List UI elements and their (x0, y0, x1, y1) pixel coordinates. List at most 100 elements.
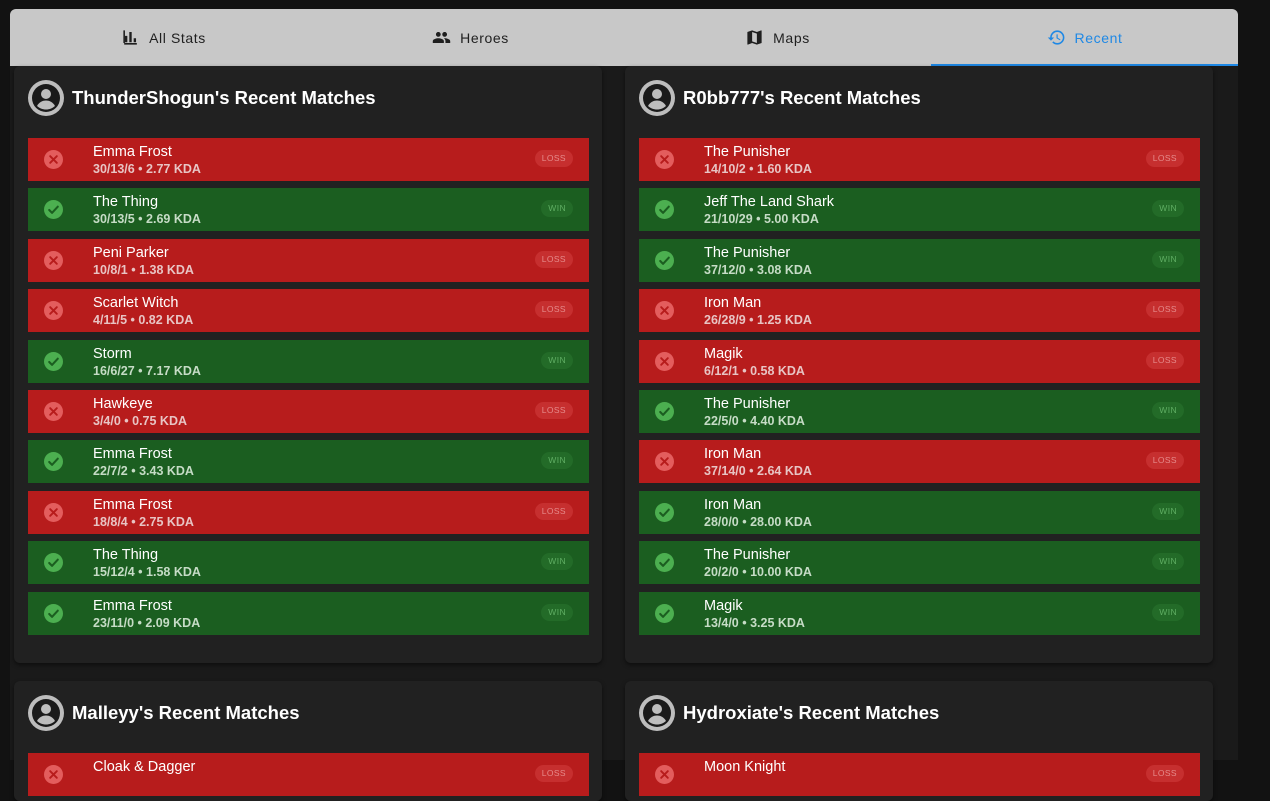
match-row[interactable]: Moon Knight LOSS (639, 753, 1200, 796)
map-icon (747, 30, 762, 45)
result-badge: WIN (1152, 251, 1184, 268)
check-circle-icon (655, 200, 674, 219)
check-circle-icon (655, 402, 674, 421)
match-row[interactable]: Magik 13/4/0 • 3.25 KDA WIN (639, 592, 1200, 635)
history-icon (1047, 30, 1064, 45)
check-circle-icon (655, 604, 674, 623)
result-badge: LOSS (1145, 352, 1184, 369)
result-badge: LOSS (1145, 301, 1184, 318)
hero-name: Scarlet Witch (93, 295, 179, 311)
result-badge: WIN (1152, 402, 1184, 419)
hero-name: The Punisher (704, 547, 791, 563)
match-text: Peni Parker 10/8/1 • 1.38 KDA (93, 245, 194, 279)
match-stats: 30/13/5 • 2.69 KDA (93, 212, 201, 226)
match-row[interactable]: Cloak & Dagger LOSS (28, 753, 589, 796)
check-circle-icon (44, 553, 63, 572)
match-text: Scarlet Witch 4/11/5 • 0.82 KDA (93, 295, 193, 329)
match-row[interactable]: The Thing 30/13/5 • 2.69 KDA WIN (28, 188, 589, 231)
tab-recent[interactable]: Recent (931, 9, 1238, 66)
match-row[interactable]: The Punisher 20/2/0 • 10.00 KDA WIN (639, 541, 1200, 584)
match-row[interactable]: Iron Man 37/14/0 • 2.64 KDA LOSS (639, 440, 1200, 483)
match-stats: 10/8/1 • 1.38 KDA (93, 263, 194, 277)
hero-name: Iron Man (704, 446, 762, 462)
hero-name: Emma Frost (93, 144, 172, 160)
tab-label: Heroes (460, 29, 509, 46)
match-row[interactable]: Iron Man 28/0/0 • 28.00 KDA WIN (639, 491, 1200, 534)
result-badge: LOSS (534, 150, 573, 167)
match-text: Moon Knight (704, 759, 785, 776)
match-stats: 18/8/4 • 2.75 KDA (93, 515, 194, 529)
cancel-circle-icon (44, 150, 63, 169)
match-text: Cloak & Dagger (93, 759, 195, 776)
check-circle-icon (44, 352, 63, 371)
tab-all-stats[interactable]: All Stats (10, 9, 317, 66)
match-text: Magik 6/12/1 • 0.58 KDA (704, 346, 805, 380)
tab-heroes[interactable]: Heroes (317, 9, 624, 66)
match-row[interactable]: Jeff The Land Shark 21/10/29 • 5.00 KDA WI… (639, 188, 1200, 231)
result-badge: LOSS (534, 251, 573, 268)
hero-name: Storm (93, 346, 132, 362)
match-stats: 21/10/29 • 5.00 KDA (704, 212, 819, 226)
match-row[interactable]: The Punisher 14/10/2 • 1.60 KDA LOSS (639, 138, 1200, 181)
hero-name: Iron Man (704, 295, 762, 311)
result-badge: LOSS (1145, 765, 1184, 782)
cancel-circle-icon (44, 503, 63, 522)
cancel-circle-icon (44, 402, 63, 421)
match-row[interactable]: Iron Man 26/28/9 • 1.25 KDA LOSS (639, 289, 1200, 332)
match-row[interactable]: Peni Parker 10/8/1 • 1.38 KDA LOSS (28, 239, 589, 282)
match-text: Iron Man 26/28/9 • 1.25 KDA (704, 295, 812, 329)
cancel-circle-icon (44, 251, 63, 270)
bar-chart-icon (123, 30, 137, 45)
match-stats: 26/28/9 • 1.25 KDA (704, 313, 812, 327)
match-text: Hawkeye 3/4/0 • 0.75 KDA (93, 396, 187, 430)
match-text: The Punisher 14/10/2 • 1.60 KDA (704, 144, 812, 178)
avatar-icon (639, 80, 675, 116)
match-text: Emma Frost 30/13/6 • 2.77 KDA (93, 144, 201, 178)
match-text: The Thing 30/13/5 • 2.69 KDA (93, 194, 201, 228)
result-badge: WIN (1152, 553, 1184, 570)
match-stats: 13/4/0 • 3.25 KDA (704, 616, 805, 630)
result-badge: WIN (541, 200, 573, 217)
result-badge: WIN (1152, 200, 1184, 217)
hero-name: The Punisher (704, 245, 791, 261)
player-card: R0bb777's Recent Matches The Punisher 14/… (625, 66, 1213, 663)
cancel-circle-icon (655, 452, 674, 471)
match-row[interactable]: The Thing 15/12/4 • 1.58 KDA WIN (28, 541, 589, 584)
match-row[interactable]: Storm 16/6/27 • 7.17 KDA WIN (28, 340, 589, 383)
cancel-circle-icon (655, 150, 674, 169)
match-text: Magik 13/4/0 • 3.25 KDA (704, 598, 805, 632)
match-row[interactable]: Emma Frost 23/11/0 • 2.09 KDA WIN (28, 592, 589, 635)
match-stats: 30/13/6 • 2.77 KDA (93, 162, 201, 176)
match-stats: 15/12/4 • 1.58 KDA (93, 565, 201, 579)
hero-name: Magik (704, 598, 743, 614)
match-row[interactable]: Magik 6/12/1 • 0.58 KDA LOSS (639, 340, 1200, 383)
match-row[interactable]: The Punisher 37/12/0 • 3.08 KDA WIN (639, 239, 1200, 282)
match-row[interactable]: Emma Frost 22/7/2 • 3.43 KDA WIN (28, 440, 589, 483)
match-row[interactable]: Scarlet Witch 4/11/5 • 0.82 KDA LOSS (28, 289, 589, 332)
tab-label: All Stats (149, 29, 206, 46)
match-text: Emma Frost 23/11/0 • 2.09 KDA (93, 598, 200, 632)
match-stats: 28/0/0 • 28.00 KDA (704, 515, 812, 529)
hero-name: Cloak & Dagger (93, 759, 196, 775)
match-row[interactable]: Hawkeye 3/4/0 • 0.75 KDA LOSS (28, 390, 589, 433)
player-card: ThunderShogun's Recent Matches Emma Fros… (14, 66, 602, 663)
card-header: Hydroxiate's Recent Matches (625, 681, 1213, 745)
card-title: ThunderShogun's Recent Matches (72, 87, 376, 108)
hero-name: Magik (704, 346, 743, 362)
cancel-circle-icon (655, 765, 674, 784)
match-row[interactable]: Emma Frost 18/8/4 • 2.75 KDA LOSS (28, 491, 589, 534)
match-row[interactable]: Emma Frost 30/13/6 • 2.77 KDA LOSS (28, 138, 589, 181)
match-row[interactable]: The Punisher 22/5/0 • 4.40 KDA WIN (639, 390, 1200, 433)
cancel-circle-icon (655, 301, 674, 320)
result-badge: LOSS (534, 503, 573, 520)
match-text: The Punisher 20/2/0 • 10.00 KDA (704, 547, 812, 581)
match-text: Iron Man 37/14/0 • 2.64 KDA (704, 446, 812, 480)
hero-name: The Punisher (704, 396, 791, 412)
cancel-circle-icon (44, 765, 63, 784)
tab-maps[interactable]: Maps (624, 9, 931, 66)
card-title: Hydroxiate's Recent Matches (683, 702, 940, 723)
hero-name: Peni Parker (93, 245, 169, 261)
avatar-icon (28, 80, 64, 116)
match-stats: 14/10/2 • 1.60 KDA (704, 162, 812, 176)
match-stats: 4/11/5 • 0.82 KDA (93, 313, 194, 327)
